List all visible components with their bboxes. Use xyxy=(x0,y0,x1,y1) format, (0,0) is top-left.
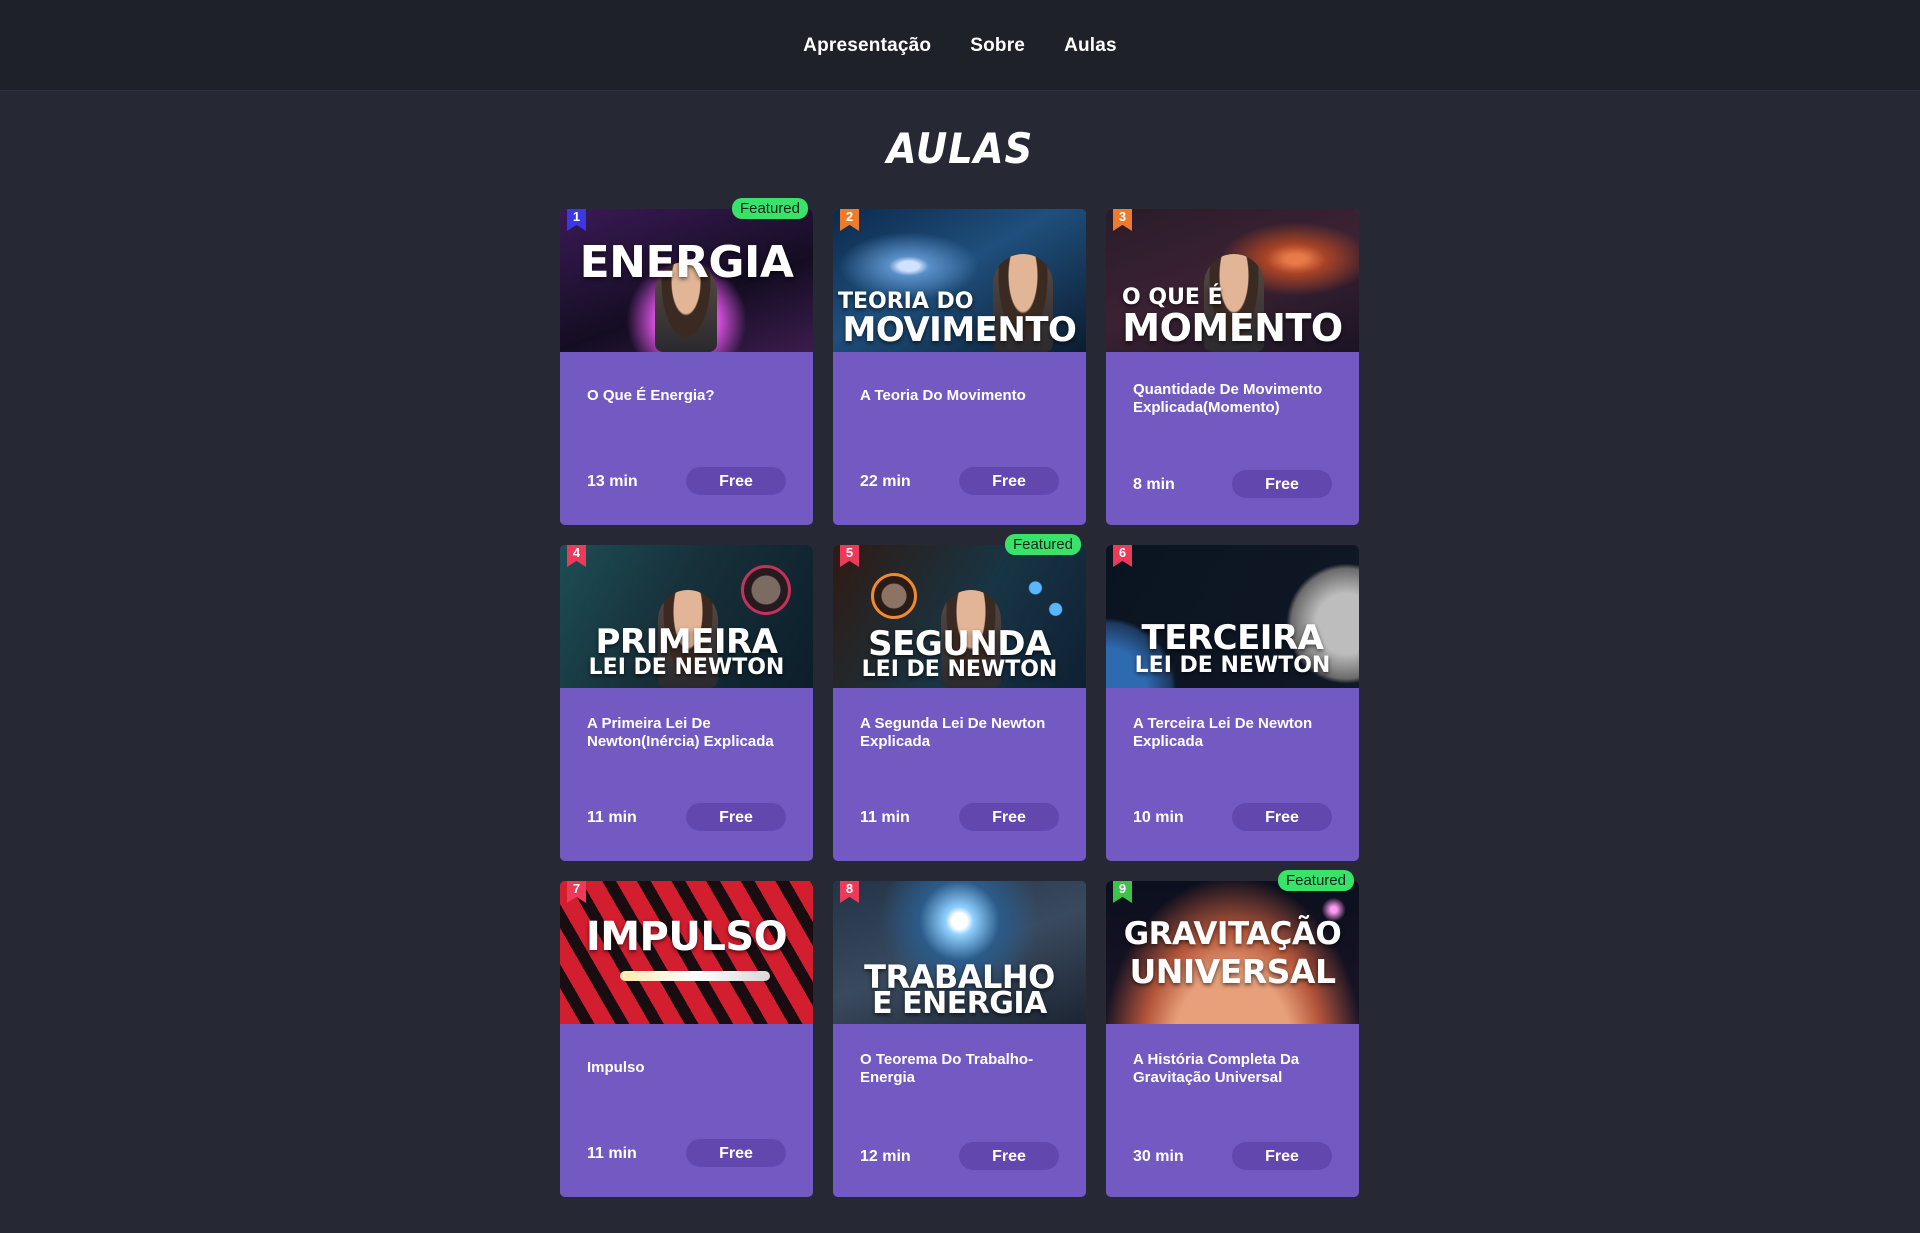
thumbnail-title-main: MOVIMENTO xyxy=(842,310,1077,350)
course-title[interactable]: A Primeira Lei De Newton(Inércia) Explic… xyxy=(587,715,797,751)
course-title[interactable]: Impulso xyxy=(587,1059,797,1077)
price-button[interactable]: Free xyxy=(959,803,1059,831)
course-card[interactable]: Featured 1 ENERGIA O Que É Energia? 13 m… xyxy=(560,198,813,525)
course-title[interactable]: A Teoria Do Movimento xyxy=(860,387,1070,405)
section-title: AULAS xyxy=(886,124,1034,173)
course-title[interactable]: A Segunda Lei De Newton Explicada xyxy=(860,715,1070,751)
course-card[interactable]: Featured 5 SEGUNDA LEI DE NEWTON A Segun… xyxy=(833,534,1086,861)
price-button[interactable]: Free xyxy=(959,467,1059,495)
course-card[interactable]: Featured 9 GRAVITAÇÃO UNIVERSAL A Histór… xyxy=(1106,870,1359,1197)
course-thumbnail[interactable]: 4 PRIMEIRA LEI DE NEWTON xyxy=(560,545,813,688)
course-card[interactable]: 2 TEORIA DO MOVIMENTO A Teoria Do Movime… xyxy=(833,209,1086,525)
course-grid: Featured 1 ENERGIA O Que É Energia? 13 m… xyxy=(560,198,1360,1197)
course-thumbnail[interactable]: 3 O QUE É MOMENTO xyxy=(1106,209,1359,352)
price-button[interactable]: Free xyxy=(686,467,786,495)
course-thumbnail[interactable]: 5 SEGUNDA LEI DE NEWTON xyxy=(833,545,1086,688)
price-button[interactable]: Free xyxy=(686,803,786,831)
course-title[interactable]: O Teorema Do Trabalho-Energia xyxy=(860,1051,1070,1087)
thumbnail-title-main: ENERGIA xyxy=(579,237,794,288)
thumbnail-title-sub: UNIVERSAL xyxy=(1129,952,1336,991)
course-card[interactable]: 3 O QUE É MOMENTO Quantidade De Moviment… xyxy=(1106,209,1359,525)
rocket-shape xyxy=(620,971,770,981)
thumbnail-title-main: IMPULSO xyxy=(585,914,788,960)
course-card[interactable]: 7 IMPULSO Impulso 11 min Free xyxy=(560,881,813,1197)
course-duration: 12 min xyxy=(860,1148,911,1165)
course-card[interactable]: 6 TERCEIRA LEI DE NEWTON A Terceira Lei … xyxy=(1106,545,1359,861)
newton-portrait xyxy=(741,565,791,615)
price-button[interactable]: Free xyxy=(959,1142,1059,1170)
thumbnail-title-main: TERCEIRA xyxy=(1141,618,1324,658)
nav-link-aulas[interactable]: Aulas xyxy=(1064,35,1117,57)
price-button[interactable]: Free xyxy=(686,1139,786,1167)
course-duration: 11 min xyxy=(587,809,637,826)
top-navigation: Apresentação Sobre Aulas xyxy=(0,0,1920,91)
course-card[interactable]: 8 TRABALHO E ENERGIA O Teorema Do Trabal… xyxy=(833,881,1086,1197)
nav-link-sobre[interactable]: Sobre xyxy=(970,35,1025,57)
thumbnail-title-sub: LEI DE NEWTON xyxy=(588,655,785,680)
thumbnail-title-main: GRAVITAÇÃO xyxy=(1123,916,1342,952)
thumbnail-title-sub: LEI DE NEWTON xyxy=(861,657,1058,682)
thumbnail-title-main: SEGUNDA xyxy=(868,624,1051,664)
course-duration: 30 min xyxy=(1133,1148,1184,1165)
course-thumbnail[interactable]: 9 GRAVITAÇÃO UNIVERSAL xyxy=(1106,881,1359,1024)
course-thumbnail[interactable]: 7 IMPULSO xyxy=(560,881,813,1024)
newton-portrait xyxy=(871,573,917,619)
course-title[interactable]: Quantidade De Movimento Explicada(Moment… xyxy=(1133,381,1343,417)
course-thumbnail[interactable]: 2 TEORIA DO MOVIMENTO xyxy=(833,209,1086,352)
thumbnail-title-sub: E ENERGIA xyxy=(872,986,1047,1021)
course-duration: 11 min xyxy=(860,809,910,826)
course-duration: 8 min xyxy=(1133,476,1175,493)
thumbnail-title-main: PRIMEIRA xyxy=(595,622,778,662)
course-title[interactable]: A História Completa Da Gravitação Univer… xyxy=(1133,1051,1343,1087)
course-duration: 13 min xyxy=(587,473,638,490)
course-duration: 11 min xyxy=(587,1145,637,1162)
featured-badge: Featured xyxy=(1277,870,1354,891)
thumbnail-title-main: MOMENTO xyxy=(1122,306,1343,350)
featured-badge: Featured xyxy=(731,198,808,219)
price-button[interactable]: Free xyxy=(1232,470,1332,498)
price-button[interactable]: Free xyxy=(1232,803,1332,831)
course-title[interactable]: O Que É Energia? xyxy=(587,387,797,405)
course-thumbnail[interactable]: 1 ENERGIA xyxy=(560,209,813,352)
nav-link-apresentacao[interactable]: Apresentação xyxy=(803,35,931,57)
course-duration: 10 min xyxy=(1133,809,1184,826)
course-thumbnail[interactable]: 6 TERCEIRA LEI DE NEWTON xyxy=(1106,545,1359,688)
course-duration: 22 min xyxy=(860,473,911,490)
course-title[interactable]: A Terceira Lei De Newton Explicada xyxy=(1133,715,1343,751)
thumbnail-title-sub: LEI DE NEWTON xyxy=(1134,653,1331,678)
course-thumbnail[interactable]: 8 TRABALHO E ENERGIA xyxy=(833,881,1086,1024)
price-button[interactable]: Free xyxy=(1232,1142,1332,1170)
course-card[interactable]: 4 PRIMEIRA LEI DE NEWTON A Primeira Lei … xyxy=(560,545,813,861)
featured-badge: Featured xyxy=(1004,534,1081,555)
